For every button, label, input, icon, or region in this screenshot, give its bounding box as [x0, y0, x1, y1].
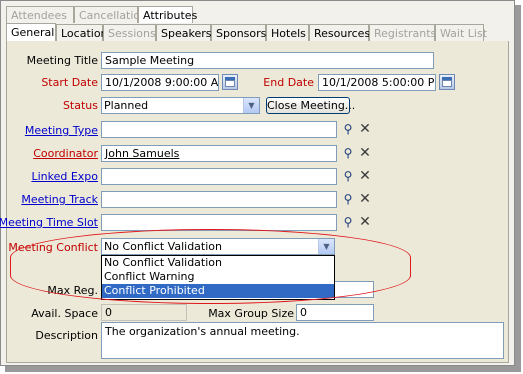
avail-space-input: 0 [101, 304, 187, 321]
end-date-label: End Date [263, 76, 314, 89]
max-reg-label: Max Reg. [47, 284, 98, 297]
start-date-label: Start Date [41, 76, 98, 89]
binoculars-icon[interactable]: ⚲ [340, 145, 356, 161]
avail-space-label: Avail. Space [31, 307, 98, 320]
description-textarea[interactable]: The organization's annual meeting. [101, 322, 504, 359]
tab-resources[interactable]: Resources [309, 24, 370, 41]
meeting-conflict-dropdown-list: No Conflict Validation Conflict Warning … [101, 255, 335, 300]
x-icon[interactable]: ✕ [357, 121, 373, 137]
window-shadow-right [515, 5, 521, 371]
tab-hotels[interactable]: Hotels [266, 24, 309, 41]
x-icon[interactable]: ✕ [357, 168, 373, 184]
meeting-conflict-option[interactable]: No Conflict Validation [102, 256, 334, 270]
tab-general[interactable]: General [6, 23, 56, 42]
meeting-title-label: Meeting Title [26, 54, 98, 67]
x-icon[interactable]: ✕ [357, 214, 373, 230]
chevron-down-icon[interactable]: ▼ [243, 98, 259, 113]
tab-location[interactable]: Location [56, 24, 108, 41]
x-icon[interactable]: ✕ [357, 191, 373, 207]
tab-attributes[interactable]: Attributes [138, 6, 197, 23]
status-select[interactable]: Planned ▼ [101, 97, 260, 114]
meeting-conflict-select[interactable]: No Conflict Validation ▼ [101, 238, 335, 255]
window-shadow-bottom [5, 366, 521, 372]
status-label: Status [62, 99, 98, 112]
tab-cancellations[interactable]: Cancellations [74, 6, 153, 23]
tab-speakers[interactable]: Speakers [156, 24, 211, 41]
meeting-time-slot-label[interactable]: Meeting Time Slot [0, 216, 98, 229]
tab-attendees[interactable]: Attendees [6, 6, 74, 23]
binoculars-icon[interactable]: ⚲ [340, 121, 356, 137]
tab-sponsors[interactable]: Sponsors [211, 24, 266, 41]
end-date-input[interactable]: 10/1/2008 5:00:00 PM [318, 74, 436, 91]
calendar-icon[interactable] [222, 74, 238, 90]
meeting-conflict-value: No Conflict Validation [104, 240, 222, 253]
calendar-icon[interactable] [439, 74, 455, 90]
meeting-type-input[interactable] [101, 121, 337, 138]
chevron-down-icon[interactable]: ▼ [318, 239, 334, 254]
meeting-title-input[interactable]: Sample Meeting [101, 52, 434, 69]
close-meeting-button[interactable]: Close Meeting... [266, 97, 355, 114]
tab-registrants[interactable]: Registrants [369, 24, 436, 41]
meeting-track-label[interactable]: Meeting Track [21, 193, 98, 206]
meeting-conflict-option[interactable]: Conflict Warning [102, 270, 334, 284]
meeting-conflict-option-highlighted[interactable]: Conflict Prohibited [102, 284, 334, 298]
binoculars-icon[interactable]: ⚲ [340, 168, 356, 184]
status-value: Planned [104, 99, 149, 112]
max-group-size-input[interactable]: 0 [296, 304, 374, 321]
tab-sessions[interactable]: Sessions [103, 24, 156, 41]
tab-wait-list[interactable]: Wait List [435, 24, 487, 41]
description-label: Description [35, 329, 98, 342]
linked-expo-label[interactable]: Linked Expo [31, 170, 98, 183]
linked-expo-input[interactable] [101, 168, 337, 185]
meeting-track-input[interactable] [101, 191, 337, 208]
binoculars-icon[interactable]: ⚲ [340, 214, 356, 230]
coordinator-input[interactable]: John Samuels [101, 145, 337, 162]
coordinator-label[interactable]: Coordinator [33, 147, 98, 160]
coordinator-value: John Samuels [105, 147, 180, 160]
start-date-input[interactable]: 10/1/2008 9:00:00 AM [101, 74, 219, 91]
x-icon[interactable]: ✕ [357, 145, 373, 161]
binoculars-icon[interactable]: ⚲ [340, 191, 356, 207]
meeting-type-label[interactable]: Meeting Type [25, 124, 98, 137]
meeting-conflict-label: Meeting Conflict [8, 241, 98, 254]
meeting-time-slot-input[interactable] [101, 214, 337, 231]
max-group-size-label: Max Group Size [208, 307, 294, 320]
